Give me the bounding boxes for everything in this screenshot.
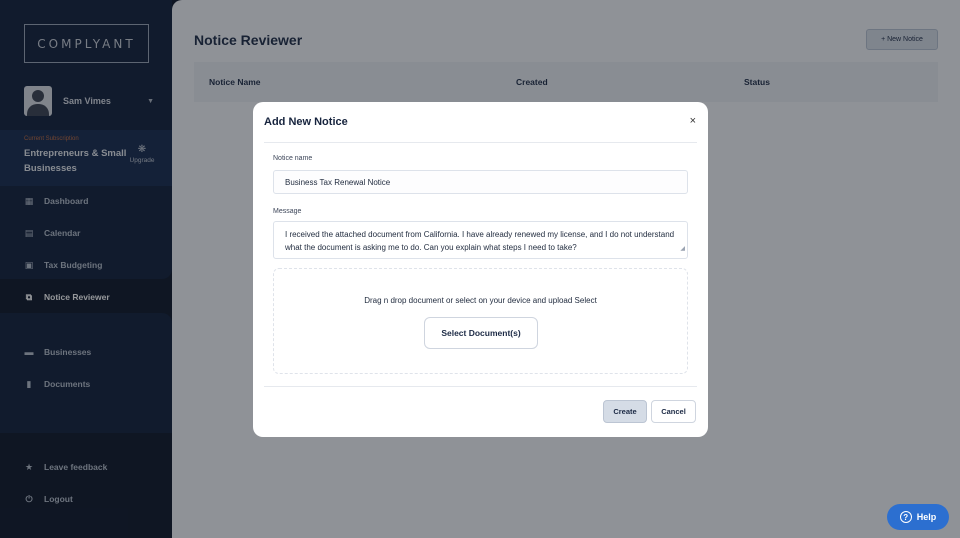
notice-name-input[interactable]: Business Tax Renewal Notice	[273, 170, 688, 194]
divider	[264, 386, 697, 387]
notice-name-label: Notice name	[273, 155, 313, 162]
message-text: I received the attached document from Ca…	[285, 230, 675, 252]
message-label: Message	[273, 208, 302, 215]
resize-handle-icon[interactable]: ◢	[680, 243, 685, 256]
question-icon: ?	[899, 511, 912, 523]
add-notice-modal: Add New Notice × Notice name Business Ta…	[253, 102, 708, 437]
select-documents-button[interactable]: Select Document(s)	[424, 317, 538, 349]
message-textarea[interactable]: I received the attached document from Ca…	[273, 221, 688, 259]
help-label: Help	[916, 512, 937, 522]
modal-title: Add New Notice	[264, 116, 348, 128]
create-button[interactable]: Create	[603, 400, 647, 423]
document-dropzone[interactable]: Drag n drop document or select on your d…	[273, 268, 688, 374]
divider	[264, 142, 697, 143]
help-button[interactable]: ? Help	[887, 504, 949, 530]
dropzone-text: Drag n drop document or select on your d…	[364, 296, 597, 305]
close-icon[interactable]: ×	[690, 115, 696, 127]
cancel-button[interactable]: Cancel	[651, 400, 696, 423]
